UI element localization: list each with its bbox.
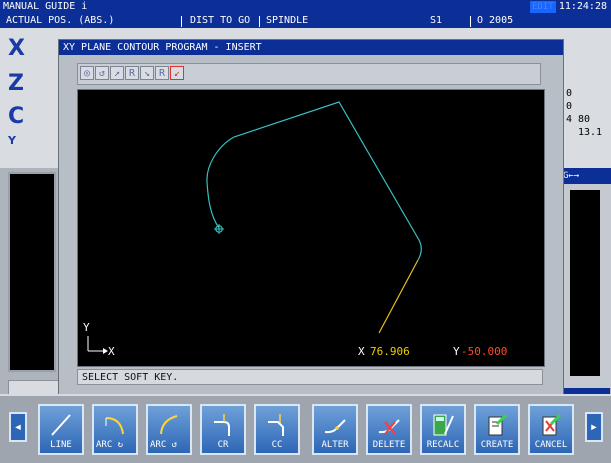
line-down-icon[interactable]: ↘: [140, 66, 154, 80]
right-display-area: [570, 190, 600, 376]
axis-y-caption: Y: [83, 321, 90, 334]
start-point-marker: [214, 224, 224, 234]
dialog-title: XY PLANE CONTOUR PROGRAM - INSERT: [59, 40, 563, 55]
arc-ccw-icon: [160, 415, 178, 435]
softkey-arc-ccw[interactable]: ARC ↺: [146, 404, 192, 455]
corner-radius-icon: [214, 414, 230, 436]
softkey-label: CC: [271, 440, 283, 450]
arc-icon[interactable]: ↺: [95, 66, 109, 80]
chevron-right-icon: ▸: [589, 419, 599, 435]
axis-z-label: Z: [8, 71, 24, 96]
start-point-icon[interactable]: ◎: [80, 66, 94, 80]
softkey-cancel[interactable]: CANCEL: [528, 404, 574, 455]
axis-c-label: C: [8, 104, 25, 129]
softkey-alter[interactable]: ALTER: [312, 404, 358, 455]
softkey-label: CR: [217, 440, 229, 450]
program-number: O 2005: [477, 15, 514, 26]
softkey-label: RECALC: [426, 440, 460, 450]
axis-x-label: X: [8, 36, 25, 61]
arc-cw-icon: [105, 417, 124, 435]
new-line-segment: [378, 259, 419, 334]
softkey-label: CREATE: [480, 440, 514, 450]
contour-drawing: [87, 101, 422, 354]
contour-path: [206, 101, 422, 261]
line-down-left-icon[interactable]: ↙: [170, 66, 184, 80]
softkey-cc[interactable]: CC: [254, 404, 300, 455]
recalc-icon: [433, 414, 454, 436]
radius-icon[interactable]: R: [125, 66, 139, 80]
right-value: 4 80: [566, 114, 591, 125]
radius-icon[interactable]: R: [155, 66, 169, 80]
app-title: MANUAL GUIDE i: [3, 1, 88, 12]
spindle-label: SPINDLE: [266, 15, 309, 26]
chevron-left-icon: ◂: [13, 419, 23, 435]
y-readout-value: -50.000: [461, 345, 508, 358]
softkey-create[interactable]: CREATE: [474, 404, 520, 455]
left-display-area: [8, 172, 56, 372]
softkey-label: ARC ↻: [96, 440, 124, 450]
softkey-label: DELETE: [372, 440, 406, 450]
alter-icon: [324, 419, 346, 434]
contour-canvas[interactable]: Y X X 76.906 Y -50.000: [77, 89, 545, 367]
message-line: SELECT SOFT KEY.: [77, 369, 543, 385]
position-header: ACTUAL POS. (ABS.) DIST TO GO SPINDLE S1…: [0, 14, 611, 28]
x-readout-value: 76.906: [370, 345, 410, 358]
softkey-arc-cw[interactable]: ARC ↻: [92, 404, 138, 455]
softkey-cr[interactable]: CR: [200, 404, 246, 455]
right-value: 0: [566, 101, 573, 112]
y-readout-label: Y: [453, 345, 460, 358]
softkey-label: ARC ↺: [150, 440, 178, 450]
x-readout-label: X: [358, 345, 365, 358]
right-value: 0: [566, 88, 573, 99]
divider: [181, 16, 182, 27]
axis-x-caption: X: [108, 345, 115, 358]
divider: [259, 16, 260, 27]
corner-chamfer-icon: [268, 414, 284, 436]
line-icon: [51, 414, 71, 436]
clock: 11:24:28: [558, 1, 607, 12]
create-icon: [488, 413, 508, 436]
s1-label: S1: [430, 15, 443, 26]
side-label: G←→: [560, 168, 611, 184]
softkey-bar: ◂ LINE ARC ↻ ARC ↺ CR CC ALTER DELETE RE…: [0, 394, 611, 463]
softkey-recalc[interactable]: RECALC: [420, 404, 466, 455]
softkey-label: CANCEL: [534, 440, 568, 450]
dist-to-go-label: DIST TO GO: [190, 15, 251, 26]
delete-icon: [378, 419, 400, 435]
mode-badge: EDIT: [530, 1, 556, 13]
contour-dialog: XY PLANE CONTOUR PROGRAM - INSERT ◎ ↺ ↗ …: [58, 39, 564, 395]
contour-toolbar: ◎ ↺ ↗ R ↘ R ↙: [77, 63, 541, 85]
softkey-label: ALTER: [321, 440, 349, 450]
axis-y-label: Y: [8, 134, 16, 147]
title-bar: MANUAL GUIDE i EDIT 11:24:28: [0, 0, 611, 14]
softkey-line[interactable]: LINE: [38, 404, 84, 455]
prev-softkey-button[interactable]: ◂: [9, 412, 27, 442]
softkey-delete[interactable]: DELETE: [366, 404, 412, 455]
next-softkey-button[interactable]: ▸: [585, 412, 603, 442]
cancel-icon: [542, 413, 562, 436]
line-up-icon[interactable]: ↗: [110, 66, 124, 80]
axis-indicator: [87, 336, 108, 354]
right-value: 13.1: [578, 127, 603, 138]
divider: [470, 16, 471, 27]
actual-pos-label: ACTUAL POS. (ABS.): [6, 15, 115, 26]
softkey-label: LINE: [50, 440, 72, 450]
